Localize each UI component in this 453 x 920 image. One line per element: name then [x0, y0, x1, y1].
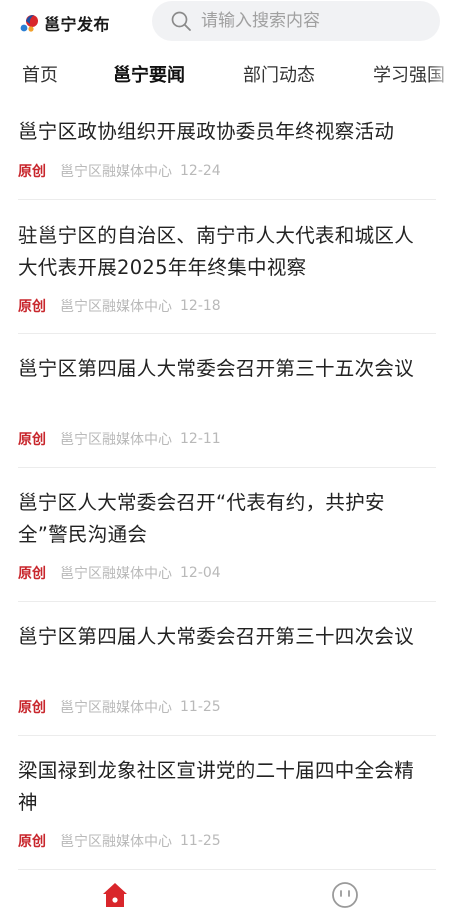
article-source: 邕宁区融媒体中心 — [60, 164, 172, 180]
article-item[interactable]: 驻邕宁区的自治区、南宁市人大代表和城区人大代表开展2025年年终集中视察 原创 … — [0, 200, 453, 334]
top-bar: 邕宁发布 — [0, 0, 453, 46]
article-title: 驻邕宁区的自治区、南宁市人大代表和城区人大代表开展2025年年终集中视察 — [18, 224, 415, 279]
article-item[interactable]: 邕宁区人大常委会召开“代表有约，共护安全”警民沟通会 原创 邕宁区融媒体中心 1… — [0, 468, 453, 602]
bottom-nav — [0, 870, 453, 920]
article-meta: 原创 邕宁区融媒体中心 12-04 — [18, 563, 221, 583]
search-bar[interactable] — [152, 1, 440, 41]
article-source: 邕宁区融媒体中心 — [60, 299, 172, 315]
article-source: 邕宁区融媒体中心 — [60, 432, 172, 448]
article-title: 邕宁区政协组织开展政协委员年终视察活动 — [18, 120, 395, 143]
article-date: 11-25 — [180, 699, 221, 715]
article-meta: 原创 邕宁区融媒体中心 11-25 — [18, 697, 221, 717]
article-item[interactable]: 邕宁区第四届人大常委会召开第三十五次会议 原创 邕宁区融媒体中心 12-11 — [0, 334, 453, 468]
article-title: 邕宁区人大常委会召开“代表有约，共护安全”警民沟通会 — [18, 491, 385, 546]
original-tag: 原创 — [18, 700, 46, 716]
original-tag: 原创 — [18, 299, 46, 315]
article-title: 梁国禄到龙象社区宣讲党的二十届四中全会精神 — [18, 759, 415, 814]
original-tag: 原创 — [18, 834, 46, 850]
tab-department-news[interactable]: 部门动态 — [243, 58, 315, 94]
article-item[interactable]: 梁国禄到龙象社区宣讲党的二十届四中全会精神 原创 邕宁区融媒体中心 11-25 — [0, 736, 453, 870]
article-item[interactable]: 邕宁区政协组织开展政协委员年终视察活动 原创 邕宁区融媒体中心 12-24 — [0, 96, 453, 200]
tab-yongning-news[interactable]: 邕宁要闻 — [113, 58, 185, 94]
article-source: 邕宁区融媒体中心 — [60, 834, 172, 850]
article-date: 12-24 — [180, 163, 221, 179]
home-icon[interactable] — [100, 880, 130, 910]
article-item[interactable]: 邕宁区第四届人大常委会召开第三十四次会议 原创 邕宁区融媒体中心 11-25 — [0, 602, 453, 736]
original-tag: 原创 — [18, 164, 46, 180]
article-title: 邕宁区第四届人大常委会召开第三十四次会议 — [18, 625, 415, 648]
channel-tabs: 首页 邕宁要闻 部门动态 学习强国 — [0, 58, 453, 94]
article-source: 邕宁区融媒体中心 — [60, 700, 172, 716]
article-meta: 原创 邕宁区融媒体中心 12-24 — [18, 161, 221, 181]
tab-home[interactable]: 首页 — [22, 58, 58, 94]
article-meta: 原创 邕宁区融媒体中心 11-25 — [18, 831, 221, 851]
logo-mark-icon — [20, 15, 38, 32]
logo-text: 邕宁发布 — [44, 15, 111, 34]
search-input[interactable] — [201, 11, 431, 31]
original-tag: 原创 — [18, 432, 46, 448]
tabs-fade — [429, 58, 453, 94]
article-date: 12-04 — [180, 565, 221, 581]
article-date: 12-11 — [180, 431, 221, 447]
app-logo[interactable]: 邕宁发布 — [18, 3, 140, 43]
article-meta: 原创 邕宁区融媒体中心 12-18 — [18, 296, 221, 316]
article-date: 12-18 — [180, 298, 221, 314]
article-title: 邕宁区第四届人大常委会召开第三十五次会议 — [18, 357, 415, 380]
smiley-icon[interactable] — [330, 880, 360, 910]
original-tag: 原创 — [18, 566, 46, 582]
article-source: 邕宁区融媒体中心 — [60, 566, 172, 582]
article-date: 11-25 — [180, 833, 221, 849]
search-icon — [171, 11, 191, 31]
article-meta: 原创 邕宁区融媒体中心 12-11 — [18, 429, 221, 449]
